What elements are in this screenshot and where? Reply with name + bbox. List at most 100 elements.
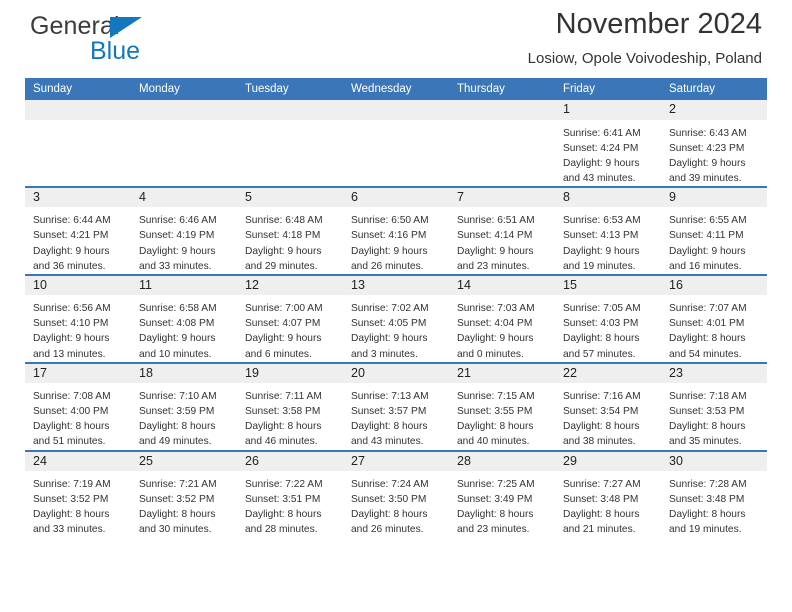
- calendar-day-cell[interactable]: 6 Sunrise: 6:50 AM Sunset: 4:16 PM Daylight…: [343, 185, 449, 275]
- calendar-day-cell[interactable]: 17 Sunrise: 7:08 AM Sunset: 4:00 PM Dayligh…: [25, 361, 131, 451]
- calendar-day-cell[interactable]: 15 Sunrise: 7:05 AM Sunset: 4:03 PM Dayligh…: [555, 273, 661, 363]
- sun-info-line: Sunrise: 7:24 AM: [351, 479, 429, 490]
- sun-info-line: Daylight: 9 hours: [563, 157, 640, 169]
- day-number: 5: [237, 187, 343, 208]
- calendar-cell-empty: [343, 100, 449, 187]
- sun-info-line: Daylight: 9 hours: [139, 245, 216, 257]
- sun-info-line: Sunset: 4:04 PM: [457, 318, 533, 330]
- day-sun-info: Sunrise: 7:18 AM Sunset: 3:53 PM Daylight:…: [661, 383, 767, 449]
- calendar-day-cell[interactable]: 5 Sunrise: 6:48 AM Sunset: 4:18 PM Daylight…: [237, 185, 343, 275]
- sun-info-line: Sunrise: 7:02 AM: [351, 303, 429, 315]
- sun-info-line: Sunrise: 7:10 AM: [139, 391, 217, 403]
- general-blue-logo[interactable]: General Blue: [30, 14, 230, 72]
- calendar-day-cell[interactable]: 16 Sunrise: 7:07 AM Sunset: 4:01 PM Dayligh…: [661, 273, 767, 363]
- calendar-day-cell[interactable]: 27 Sunrise: 7:24 AM Sunset: 3:50 PM Dayligh…: [343, 449, 449, 538]
- calendar-day-cell[interactable]: 18 Sunrise: 7:10 AM Sunset: 3:59 PM Dayligh…: [131, 361, 237, 451]
- day-sun-info: Sunrise: 6:41 AM Sunset: 4:24 PM Daylight:…: [555, 120, 661, 186]
- sun-info-line: Daylight: 9 hours: [563, 245, 640, 257]
- day-sun-info: Sunrise: 7:03 AM Sunset: 4:04 PM Daylight:…: [449, 295, 555, 361]
- calendar-day-cell[interactable]: 4 Sunrise: 6:46 AM Sunset: 4:19 PM Daylight…: [131, 185, 237, 275]
- sun-info-line: Daylight: 8 hours: [457, 509, 534, 521]
- sun-info-line: Sunset: 3:51 PM: [245, 494, 321, 506]
- sun-info-line: Sunrise: 7:28 AM: [669, 479, 747, 490]
- calendar-cell-empty: [25, 100, 131, 187]
- sun-info-line: and 33 minutes.: [33, 524, 106, 536]
- calendar-week-row: 24 Sunrise: 7:19 AM Sunset: 3:52 PM Dayligh…: [25, 449, 767, 538]
- day-number: 10: [25, 275, 131, 296]
- calendar-day-cell[interactable]: 3 Sunrise: 6:44 AM Sunset: 4:21 PM Daylight…: [25, 185, 131, 275]
- sun-info-line: and 23 minutes.: [457, 260, 530, 272]
- calendar-day-cell[interactable]: 24 Sunrise: 7:19 AM Sunset: 3:52 PM Dayligh…: [25, 449, 131, 538]
- sun-info-line: and 46 minutes.: [245, 436, 318, 448]
- sun-info-line: Sunrise: 6:50 AM: [351, 215, 429, 227]
- sun-info-line: and 26 minutes.: [351, 260, 424, 272]
- sunrise-sunset-calendar: Sunday Monday Tuesday Wednesday Thursday Frid…: [25, 78, 767, 538]
- column-header-friday: Friday: [555, 78, 661, 100]
- day-sun-info: Sunrise: 7:11 AM Sunset: 3:58 PM Daylight:…: [237, 383, 343, 449]
- day-number: [237, 100, 343, 120]
- sun-info-line: Daylight: 8 hours: [669, 509, 746, 521]
- day-number: 1: [555, 100, 661, 120]
- logo-text-blue: Blue: [90, 37, 141, 65]
- sun-info-line: Sunset: 3:57 PM: [351, 406, 427, 418]
- calendar-day-cell[interactable]: 10 Sunrise: 6:56 AM Sunset: 4:10 PM Dayligh…: [25, 273, 131, 363]
- day-number: 17: [25, 363, 131, 384]
- title-block: November 2024 Losiow, Opole Voivodeship,…: [528, 8, 762, 67]
- day-number: 14: [449, 275, 555, 296]
- day-number: 30: [661, 451, 767, 471]
- sun-info-line: Daylight: 9 hours: [351, 245, 428, 257]
- day-number: 9: [661, 187, 767, 208]
- calendar-day-cell[interactable]: 26 Sunrise: 7:22 AM Sunset: 3:51 PM Dayligh…: [237, 449, 343, 538]
- day-number: 4: [131, 187, 237, 208]
- calendar-day-cell[interactable]: 8 Sunrise: 6:53 AM Sunset: 4:13 PM Daylight…: [555, 185, 661, 275]
- sun-info-line: Daylight: 8 hours: [563, 509, 640, 521]
- calendar-day-cell[interactable]: 25 Sunrise: 7:21 AM Sunset: 3:52 PM Dayligh…: [131, 449, 237, 538]
- sun-info-line: Daylight: 8 hours: [351, 421, 428, 433]
- sun-info-line: and 57 minutes.: [563, 348, 636, 360]
- calendar-day-cell[interactable]: 22 Sunrise: 7:16 AM Sunset: 3:54 PM Dayligh…: [555, 361, 661, 451]
- sun-info-line: Daylight: 9 hours: [457, 333, 534, 345]
- sun-info-line: and 0 minutes.: [457, 348, 524, 360]
- calendar-day-cell[interactable]: 29 Sunrise: 7:27 AM Sunset: 3:48 PM Dayligh…: [555, 449, 661, 538]
- sun-info-line: and 21 minutes.: [563, 524, 636, 536]
- calendar-day-cell[interactable]: 14 Sunrise: 7:03 AM Sunset: 4:04 PM Dayligh…: [449, 273, 555, 363]
- sun-info-line: Sunset: 4:21 PM: [33, 230, 109, 242]
- sun-info-line: Daylight: 8 hours: [33, 421, 110, 433]
- day-sun-info: Sunrise: 6:46 AM Sunset: 4:19 PM Daylight:…: [131, 207, 237, 273]
- calendar-day-cell[interactable]: 9 Sunrise: 6:55 AM Sunset: 4:11 PM Daylight…: [661, 185, 767, 275]
- day-number: 11: [131, 275, 237, 296]
- day-sun-info: Sunrise: 6:55 AM Sunset: 4:11 PM Daylight:…: [661, 207, 767, 273]
- sun-info-line: Sunset: 4:07 PM: [245, 318, 321, 330]
- day-number: 29: [555, 451, 661, 471]
- sun-info-line: and 39 minutes.: [669, 172, 742, 184]
- sun-info-line: Sunrise: 7:22 AM: [245, 479, 323, 490]
- calendar-day-cell[interactable]: 30 Sunrise: 7:28 AM Sunset: 3:48 PM Dayligh…: [661, 449, 767, 538]
- calendar-day-cell[interactable]: 20 Sunrise: 7:13 AM Sunset: 3:57 PM Dayligh…: [343, 361, 449, 451]
- day-sun-info: Sunrise: 7:16 AM Sunset: 3:54 PM Daylight:…: [555, 383, 661, 449]
- calendar-day-cell[interactable]: 19 Sunrise: 7:11 AM Sunset: 3:58 PM Dayligh…: [237, 361, 343, 451]
- sun-info-line: Sunset: 3:53 PM: [669, 406, 745, 418]
- sun-info-line: Sunrise: 7:08 AM: [33, 391, 111, 403]
- calendar-day-cell[interactable]: 23 Sunrise: 7:18 AM Sunset: 3:53 PM Dayligh…: [661, 361, 767, 451]
- sun-info-line: and 26 minutes.: [351, 524, 424, 536]
- calendar-day-cell[interactable]: 7 Sunrise: 6:51 AM Sunset: 4:14 PM Daylight…: [449, 185, 555, 275]
- column-header-monday: Monday: [131, 78, 237, 100]
- calendar-day-cell[interactable]: 21 Sunrise: 7:15 AM Sunset: 3:55 PM Dayligh…: [449, 361, 555, 451]
- column-header-sunday: Sunday: [25, 78, 131, 100]
- calendar-day-cell[interactable]: 1 Sunrise: 6:41 AM Sunset: 4:24 PM Daylight…: [555, 100, 661, 187]
- day-number: 2: [661, 100, 767, 120]
- sun-info-line: Sunset: 4:11 PM: [669, 230, 744, 242]
- calendar-day-cell[interactable]: 13 Sunrise: 7:02 AM Sunset: 4:05 PM Dayligh…: [343, 273, 449, 363]
- day-number: 27: [343, 451, 449, 471]
- day-sun-info: Sunrise: 6:50 AM Sunset: 4:16 PM Daylight:…: [343, 207, 449, 273]
- calendar-day-cell[interactable]: 11 Sunrise: 6:58 AM Sunset: 4:08 PM Dayligh…: [131, 273, 237, 363]
- calendar-day-cell[interactable]: 12 Sunrise: 7:00 AM Sunset: 4:07 PM Dayligh…: [237, 273, 343, 363]
- column-header-thursday: Thursday: [449, 78, 555, 100]
- logo-triangle-icon: [110, 17, 142, 38]
- day-number: 12: [237, 275, 343, 296]
- calendar-day-cell[interactable]: 28 Sunrise: 7:25 AM Sunset: 3:49 PM Dayligh…: [449, 449, 555, 538]
- day-sun-info: Sunrise: 7:22 AM Sunset: 3:51 PM Daylight:…: [237, 471, 343, 537]
- sun-info-line: Sunrise: 7:19 AM: [33, 479, 111, 490]
- day-sun-info: Sunrise: 7:00 AM Sunset: 4:07 PM Daylight:…: [237, 295, 343, 361]
- calendar-day-cell[interactable]: 2 Sunrise: 6:43 AM Sunset: 4:23 PM Daylight…: [661, 100, 767, 187]
